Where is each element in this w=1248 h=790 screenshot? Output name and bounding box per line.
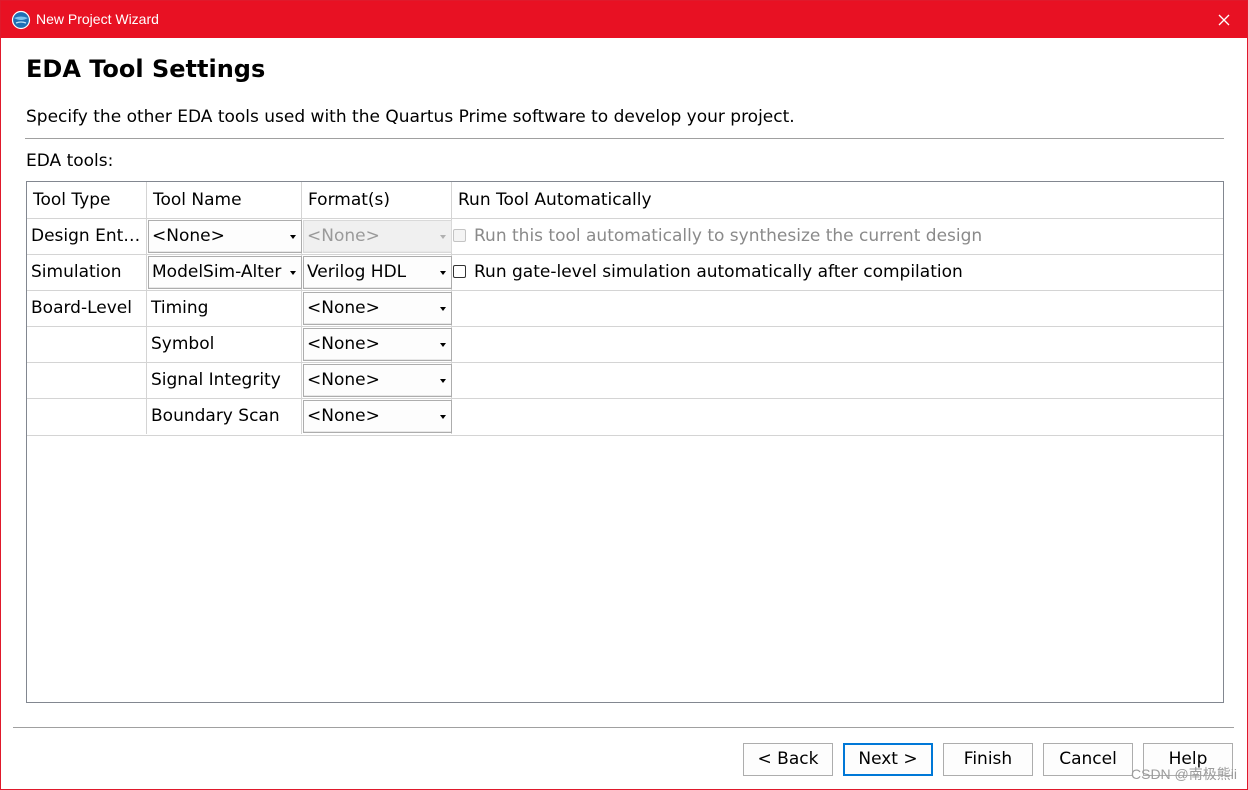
table-row: Board-Level Timing <None>: [27, 290, 1223, 327]
dropdown-arrow-icon: [440, 271, 446, 275]
tool-name-cell: Timing: [147, 291, 302, 326]
dropdown-arrow-icon: [290, 235, 296, 239]
page-title: EDA Tool Settings: [26, 55, 266, 83]
table-row: Simulation ModelSim-Alter Verilog HDL Ru…: [27, 254, 1223, 291]
wizard-window: New Project Wizard EDA Tool Settings Spe…: [0, 0, 1248, 790]
table-row: Symbol <None>: [27, 326, 1223, 363]
format-dropdown: <None>: [303, 220, 452, 253]
table-row: Boundary Scan <None>: [27, 398, 1223, 436]
table-row: Signal Integrity <None>: [27, 362, 1223, 399]
finish-button[interactable]: Finish: [943, 743, 1033, 776]
tool-name-dropdown[interactable]: ModelSim-Alter: [148, 256, 302, 289]
tool-name-cell: Symbol: [147, 327, 302, 362]
tool-name-cell: Boundary Scan: [147, 399, 302, 434]
dropdown-arrow-icon: [440, 307, 446, 311]
tool-type-cell: Design Ent…: [27, 219, 147, 254]
format-dropdown[interactable]: <None>: [303, 400, 452, 433]
back-button[interactable]: < Back: [743, 743, 833, 776]
run-automatically-checkbox[interactable]: [453, 265, 466, 278]
dropdown-arrow-icon: [440, 379, 446, 383]
dropdown-arrow-icon: [290, 271, 296, 275]
watermark: CSDN @南极熊ii: [1131, 766, 1237, 782]
header-formats: Format(s): [302, 182, 452, 218]
tool-type-cell: [27, 327, 147, 362]
next-button[interactable]: Next >: [843, 743, 933, 776]
tool-name-dropdown[interactable]: <None>: [148, 220, 302, 253]
divider: [25, 138, 1224, 139]
format-dropdown[interactable]: <None>: [303, 364, 452, 397]
dropdown-arrow-icon: [440, 415, 446, 419]
tool-type-cell: Board-Level: [27, 291, 147, 326]
run-automatically-checkbox: [453, 229, 466, 242]
run-automatically-label: Run this tool automatically to synthesiz…: [474, 226, 983, 246]
table-row: Design Ent… <None> <None> Run this tool …: [27, 218, 1223, 255]
header-run-automatically: Run Tool Automatically: [458, 190, 652, 210]
format-dropdown[interactable]: <None>: [303, 328, 452, 361]
dropdown-arrow-icon: [440, 343, 446, 347]
title-bar: New Project Wizard: [1, 1, 1247, 38]
run-automatically-label: Run gate-level simulation automatically …: [474, 262, 963, 282]
format-dropdown[interactable]: <None>: [303, 292, 452, 325]
tool-type-cell: [27, 363, 147, 398]
eda-tools-label: EDA tools:: [26, 151, 114, 171]
tool-type-cell: Simulation: [27, 255, 147, 290]
close-icon: [1218, 14, 1230, 25]
quartus-globe-icon: [11, 10, 31, 30]
window-title: New Project Wizard: [36, 11, 159, 27]
page-description: Specify the other EDA tools used with th…: [26, 107, 795, 127]
format-dropdown[interactable]: Verilog HDL: [303, 256, 452, 289]
tool-type-cell: [27, 399, 147, 434]
close-button[interactable]: [1201, 1, 1247, 38]
header-tool-type: Tool Type: [27, 182, 147, 218]
divider: [13, 727, 1234, 728]
eda-tools-table: Tool Type Tool Name Format(s) Run Tool A…: [26, 181, 1224, 703]
header-tool-name: Tool Name: [147, 182, 302, 218]
cancel-button[interactable]: Cancel: [1043, 743, 1133, 776]
dropdown-arrow-icon: [440, 235, 446, 239]
tool-name-cell: Signal Integrity: [147, 363, 302, 398]
